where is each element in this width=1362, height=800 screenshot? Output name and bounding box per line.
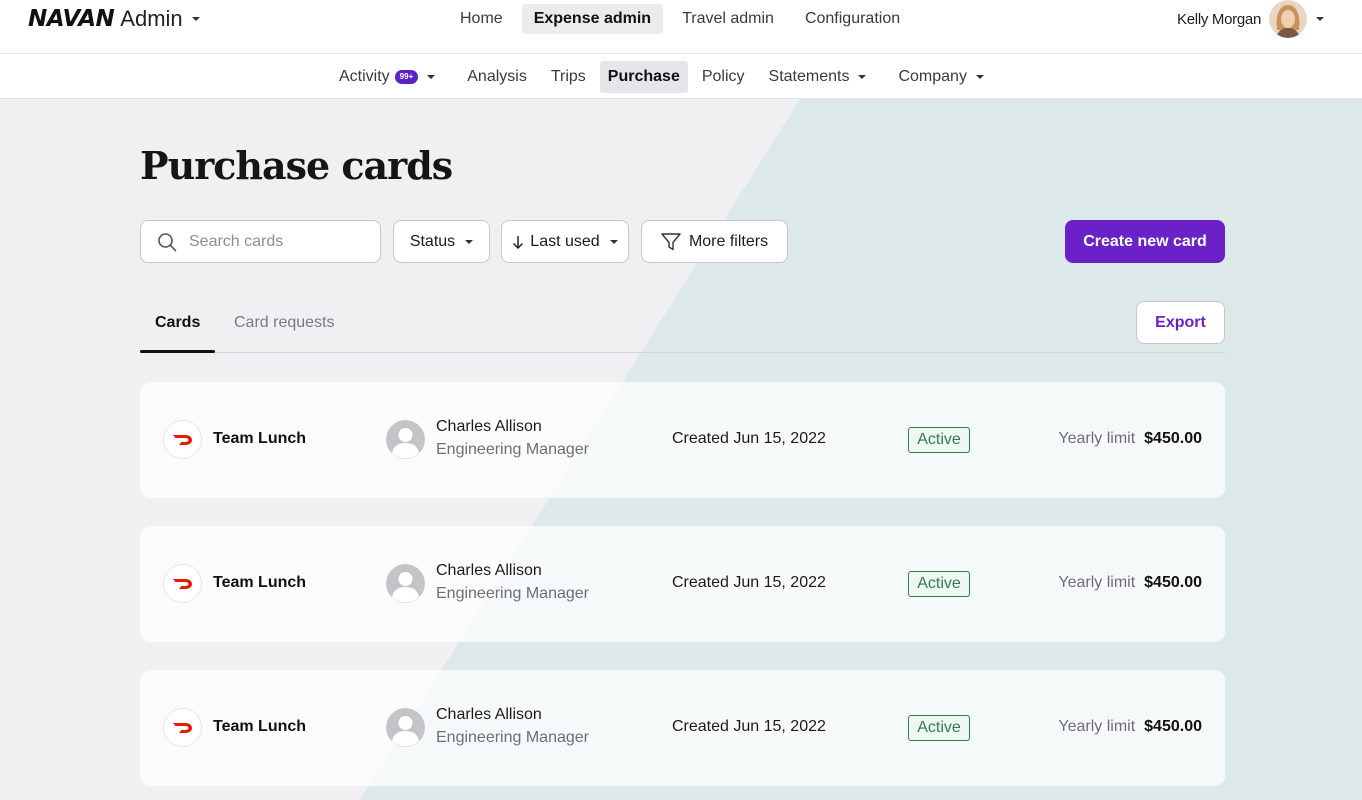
doordash-logo-icon [163, 708, 202, 747]
filter-toolbar: Status Last used More filters Create new… [140, 220, 1225, 263]
limit-amount: $450.00 [1144, 430, 1202, 447]
sort-label: Last used [530, 232, 600, 250]
more-filters-button[interactable]: More filters [641, 220, 788, 263]
sub-nav: Activity 99+ Analysis Trips Purchase Pol… [329, 61, 998, 93]
chevron-down-icon [427, 75, 436, 79]
limit-label: Yearly limit [1058, 574, 1136, 591]
card-name: Team Lunch [213, 718, 307, 735]
page-title: Purchase cards [140, 143, 453, 188]
cardholder-role: Engineering Manager [436, 729, 589, 746]
cardholder-role: Engineering Manager [436, 585, 589, 602]
card-name: Team Lunch [213, 430, 307, 447]
subnav-trips[interactable]: Trips [541, 61, 596, 93]
cardholder-name: Charles Allison [436, 418, 542, 435]
status-badge: Active [908, 571, 970, 597]
limit-label: Yearly limit [1058, 718, 1136, 735]
subnav-analysis[interactable]: Analysis [457, 61, 537, 93]
card-row[interactable]: Team Lunch Charles Allison Engineering M… [140, 382, 1225, 498]
limit-amount: $450.00 [1144, 574, 1202, 591]
avatar [386, 708, 425, 747]
doordash-logo-icon [163, 420, 202, 459]
status-filter-label: Status [409, 232, 456, 250]
yearly-limit: Yearly limit $450.00 [1058, 718, 1202, 736]
search-input[interactable] [189, 232, 369, 251]
limit-amount: $450.00 [1144, 718, 1202, 735]
top-bar: NAVAN Admin Home Expense admin Travel ad… [0, 0, 1362, 54]
navan-logo: NAVAN [28, 6, 115, 32]
cardholder-role: Engineering Manager [436, 441, 589, 458]
export-button[interactable]: Export [1136, 301, 1225, 344]
status-filter-button[interactable]: Status [393, 220, 490, 263]
admin-label: Admin [120, 6, 183, 31]
created-date: Created Jun 15, 2022 [672, 718, 826, 735]
card-name: Team Lunch [213, 574, 307, 591]
arrow-down-icon [513, 235, 524, 249]
sort-button[interactable]: Last used [501, 220, 629, 263]
doordash-logo-icon [163, 564, 202, 603]
avatar [386, 564, 425, 603]
user-menu[interactable]: Kelly Morgan [1177, 0, 1324, 38]
chevron-down-icon [609, 239, 618, 244]
topnav-travel-admin[interactable]: Travel admin [670, 4, 786, 34]
topnav-configuration[interactable]: Configuration [793, 4, 912, 34]
subnav-statements-label: Statements [768, 68, 850, 85]
admin-switcher[interactable]: NAVAN Admin [28, 6, 200, 32]
subnav-purchase[interactable]: Purchase [599, 61, 688, 93]
notification-count-badge: 99+ [394, 70, 419, 84]
chevron-down-icon [465, 239, 474, 244]
chevron-down-icon [191, 17, 200, 21]
top-nav: Home Expense admin Travel admin Configur… [448, 4, 919, 34]
active-tab-indicator [140, 350, 215, 353]
topnav-expense-admin[interactable]: Expense admin [521, 4, 664, 34]
chevron-down-icon [975, 75, 984, 79]
limit-label: Yearly limit [1058, 430, 1136, 447]
search-box [140, 220, 381, 263]
subnav-activity-label: Activity [339, 68, 390, 85]
filter-icon [661, 232, 681, 250]
subnav-statements[interactable]: Statements [759, 61, 877, 93]
subnav-company-label: Company [898, 68, 967, 85]
cardholder-name: Charles Allison [436, 706, 542, 723]
search-icon [158, 232, 177, 251]
create-new-card-button[interactable]: Create new card [1065, 220, 1225, 263]
sub-nav-bar: Activity 99+ Analysis Trips Purchase Pol… [0, 54, 1362, 99]
subnav-company[interactable]: Company [888, 61, 993, 93]
avatar [386, 420, 425, 459]
more-filters-label: More filters [688, 232, 769, 250]
yearly-limit: Yearly limit $450.00 [1058, 574, 1202, 592]
card-row[interactable]: Team Lunch Charles Allison Engineering M… [140, 526, 1225, 642]
tab-cards[interactable]: Cards [155, 314, 200, 332]
user-avatar [1269, 0, 1307, 38]
card-tabs: Cards Card requests Export [140, 301, 1225, 353]
status-badge: Active [908, 427, 970, 453]
created-date: Created Jun 15, 2022 [672, 430, 826, 447]
subnav-activity[interactable]: Activity 99+ [329, 61, 445, 93]
chevron-down-icon [1316, 17, 1324, 21]
created-date: Created Jun 15, 2022 [672, 574, 826, 591]
topnav-home[interactable]: Home [448, 4, 515, 34]
card-row[interactable]: Team Lunch Charles Allison Engineering M… [140, 670, 1225, 786]
user-name: Kelly Morgan [1177, 10, 1261, 28]
yearly-limit: Yearly limit $450.00 [1058, 430, 1202, 448]
chevron-down-icon [858, 75, 867, 79]
tab-card-requests[interactable]: Card requests [234, 314, 335, 332]
cardholder-name: Charles Allison [436, 562, 542, 579]
subnav-policy[interactable]: Policy [692, 61, 755, 93]
status-badge: Active [908, 715, 970, 741]
